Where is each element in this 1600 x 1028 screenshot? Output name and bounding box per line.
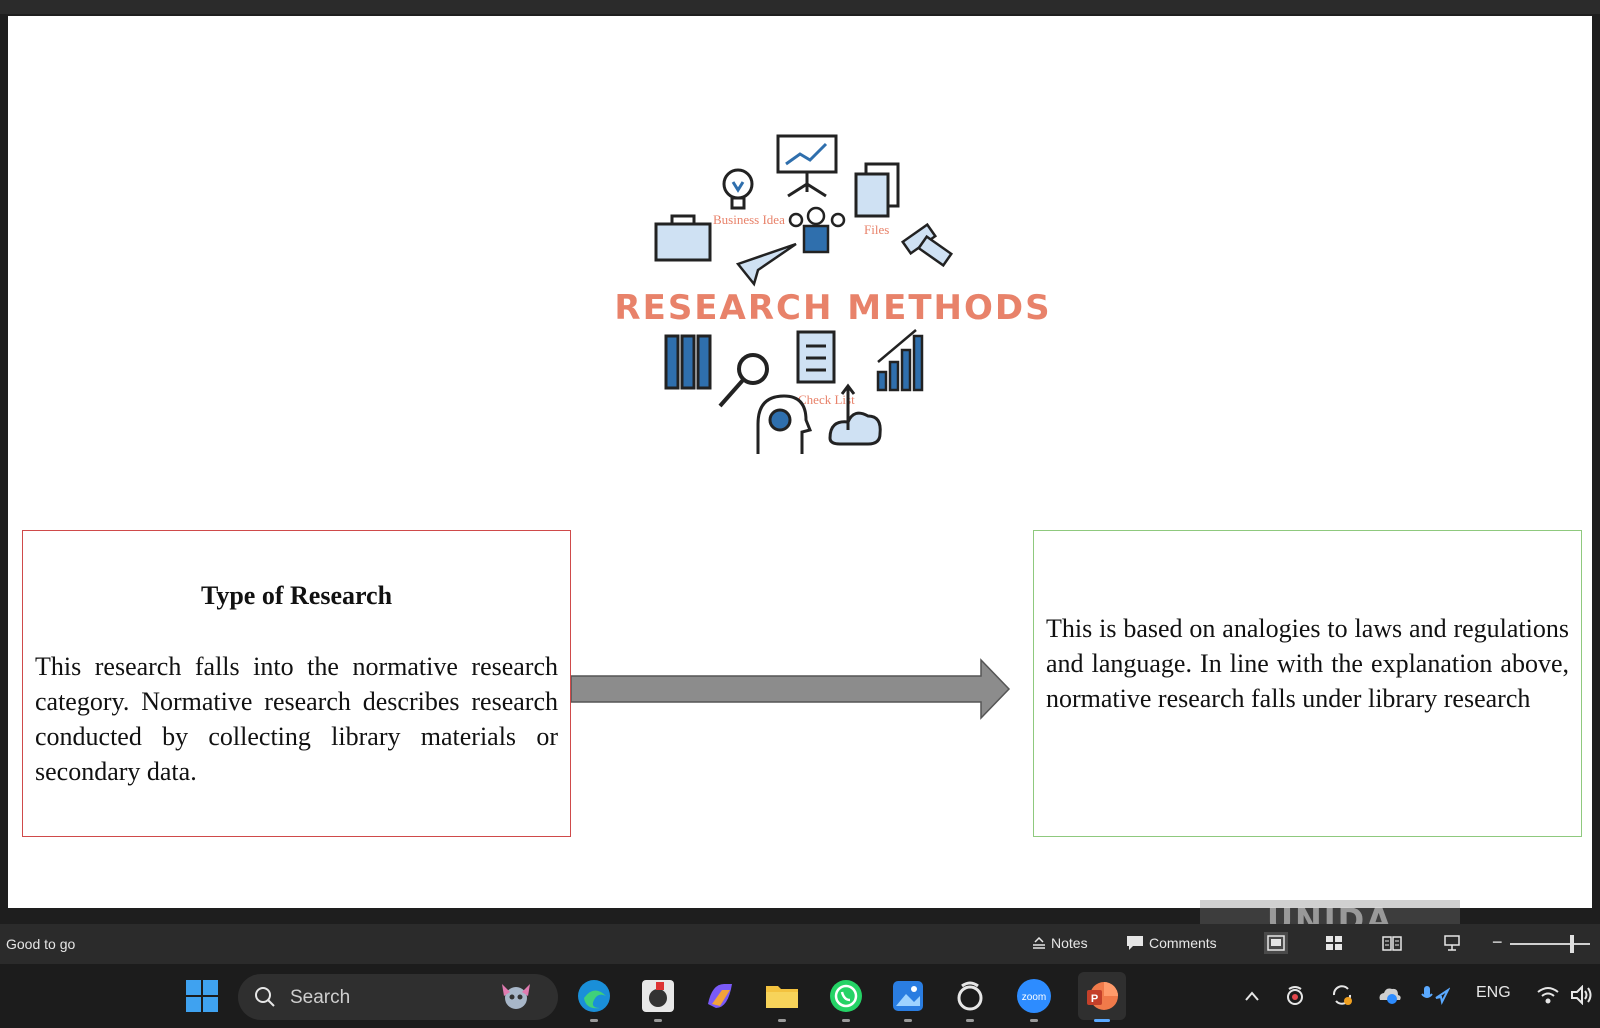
running-indicator <box>778 1019 786 1022</box>
search-icon <box>255 987 275 1007</box>
team-icon <box>788 206 846 254</box>
running-indicator <box>654 1019 662 1022</box>
growth-chart-icon <box>876 329 924 392</box>
business-idea-label: Business Idea <box>713 212 785 227</box>
notes-icon <box>1033 937 1045 949</box>
notes-button[interactable]: Notes <box>1032 935 1088 951</box>
zoom-slider-thumb[interactable] <box>1570 935 1574 953</box>
running-indicator <box>590 1019 598 1022</box>
folder-icon <box>766 986 798 1008</box>
hero-title: RESEARCH METHODS <box>614 288 1051 328</box>
active-indicator <box>1094 1019 1110 1022</box>
zoom-out-icon[interactable]: − <box>1492 932 1503 953</box>
type-of-research-box: Type of Research This research falls int… <box>22 530 571 837</box>
status-bar: Good to go Notes Comments − <box>0 924 1600 964</box>
notes-label: Notes <box>1051 935 1088 951</box>
circle-app-icon <box>957 981 983 1011</box>
slide-sorter-icon <box>1326 936 1342 950</box>
running-indicator <box>904 1019 912 1022</box>
illustration-graphic: Business Idea Files RESEARCH METHODS Che… <box>614 134 1051 454</box>
library-research-box: This is based on analogies to laws and r… <box>1033 530 1582 837</box>
taskbar-powerpoint[interactable]: P <box>1078 972 1126 1022</box>
taskbar-photos[interactable] <box>888 976 928 1022</box>
windows-taskbar: Search zoom P ENG <box>0 964 1600 1028</box>
zoom-icon: zoom <box>1017 979 1051 1013</box>
whatsapp-icon <box>830 980 862 1012</box>
taskbar-circle-app[interactable] <box>950 976 990 1022</box>
normal-view-button[interactable] <box>1264 932 1288 954</box>
files-label: Files <box>864 222 889 237</box>
running-indicator <box>966 1019 974 1022</box>
start-button[interactable] <box>182 976 222 1016</box>
taskbar-edge[interactable] <box>574 976 614 1022</box>
taskbar-zoom[interactable]: zoom <box>1014 976 1054 1022</box>
right-arrow-connector <box>571 658 1011 720</box>
media-app-icon <box>642 980 674 1012</box>
briefcase-icon <box>654 214 712 262</box>
reading-view-icon <box>1382 936 1402 951</box>
taskbar-media-app[interactable] <box>638 976 678 1022</box>
normal-view-icon <box>1267 935 1285 951</box>
photos-icon <box>893 981 923 1011</box>
head-idea-icon <box>756 394 813 454</box>
taskbar-whatsapp[interactable] <box>826 976 866 1022</box>
type-of-research-text: This research falls into the normative r… <box>35 652 558 786</box>
handshake-icon <box>900 222 954 268</box>
slideshow-button[interactable] <box>1440 932 1464 954</box>
volume-icon[interactable] <box>1570 985 1594 1005</box>
checklist-icon <box>796 330 836 384</box>
research-methods-illustration: Business Idea Files RESEARCH METHODS Che… <box>548 124 1118 484</box>
lightbulb-icon <box>722 168 754 210</box>
sync-icon[interactable] <box>1330 983 1354 1007</box>
taskbar-file-explorer[interactable] <box>762 976 802 1022</box>
copilot-icon <box>708 984 732 1008</box>
search-highlight-icon <box>502 984 530 1009</box>
chevron-up-icon[interactable] <box>1244 990 1260 1002</box>
type-of-research-heading: Type of Research <box>200 581 393 610</box>
magnifier-icon <box>718 353 769 408</box>
windows-logo-icon <box>186 980 218 1012</box>
tray-app-icon[interactable] <box>1284 984 1306 1006</box>
edge-icon <box>578 980 610 1012</box>
taskbar-copilot[interactable] <box>700 976 740 1016</box>
comment-icon <box>1127 936 1143 950</box>
library-research-text: This is based on analogies to laws and r… <box>1046 614 1569 713</box>
microphone-location-icon[interactable] <box>1420 984 1450 1006</box>
onedrive-icon[interactable] <box>1376 984 1402 1006</box>
comments-button[interactable]: Comments <box>1126 935 1217 951</box>
reading-view-button[interactable] <box>1380 932 1404 954</box>
accessibility-status[interactable]: Good to go <box>6 936 75 952</box>
slide-canvas: Business Idea Files RESEARCH METHODS Che… <box>8 16 1592 908</box>
running-indicator <box>1030 1019 1038 1022</box>
files-icon <box>854 162 900 218</box>
window-top-bar <box>0 0 1600 14</box>
slide-sorter-button[interactable] <box>1322 932 1346 954</box>
slideshow-icon <box>1444 935 1460 951</box>
zoom-slider-track[interactable] <box>1510 943 1590 945</box>
binders-icon <box>664 334 712 390</box>
taskbar-search-box[interactable]: Search <box>238 974 558 1020</box>
powerpoint-icon: P <box>1087 982 1118 1010</box>
presentation-board-icon <box>776 134 838 198</box>
language-indicator[interactable]: ENG <box>1476 984 1511 1002</box>
svg-text:P: P <box>1091 993 1098 1005</box>
search-placeholder: Search <box>290 987 351 1008</box>
paper-plane-icon <box>735 242 797 287</box>
comments-label: Comments <box>1149 935 1217 951</box>
zoom-icon-label: zoom <box>1022 992 1046 1003</box>
wifi-icon[interactable] <box>1536 985 1560 1005</box>
running-indicator <box>842 1019 850 1022</box>
